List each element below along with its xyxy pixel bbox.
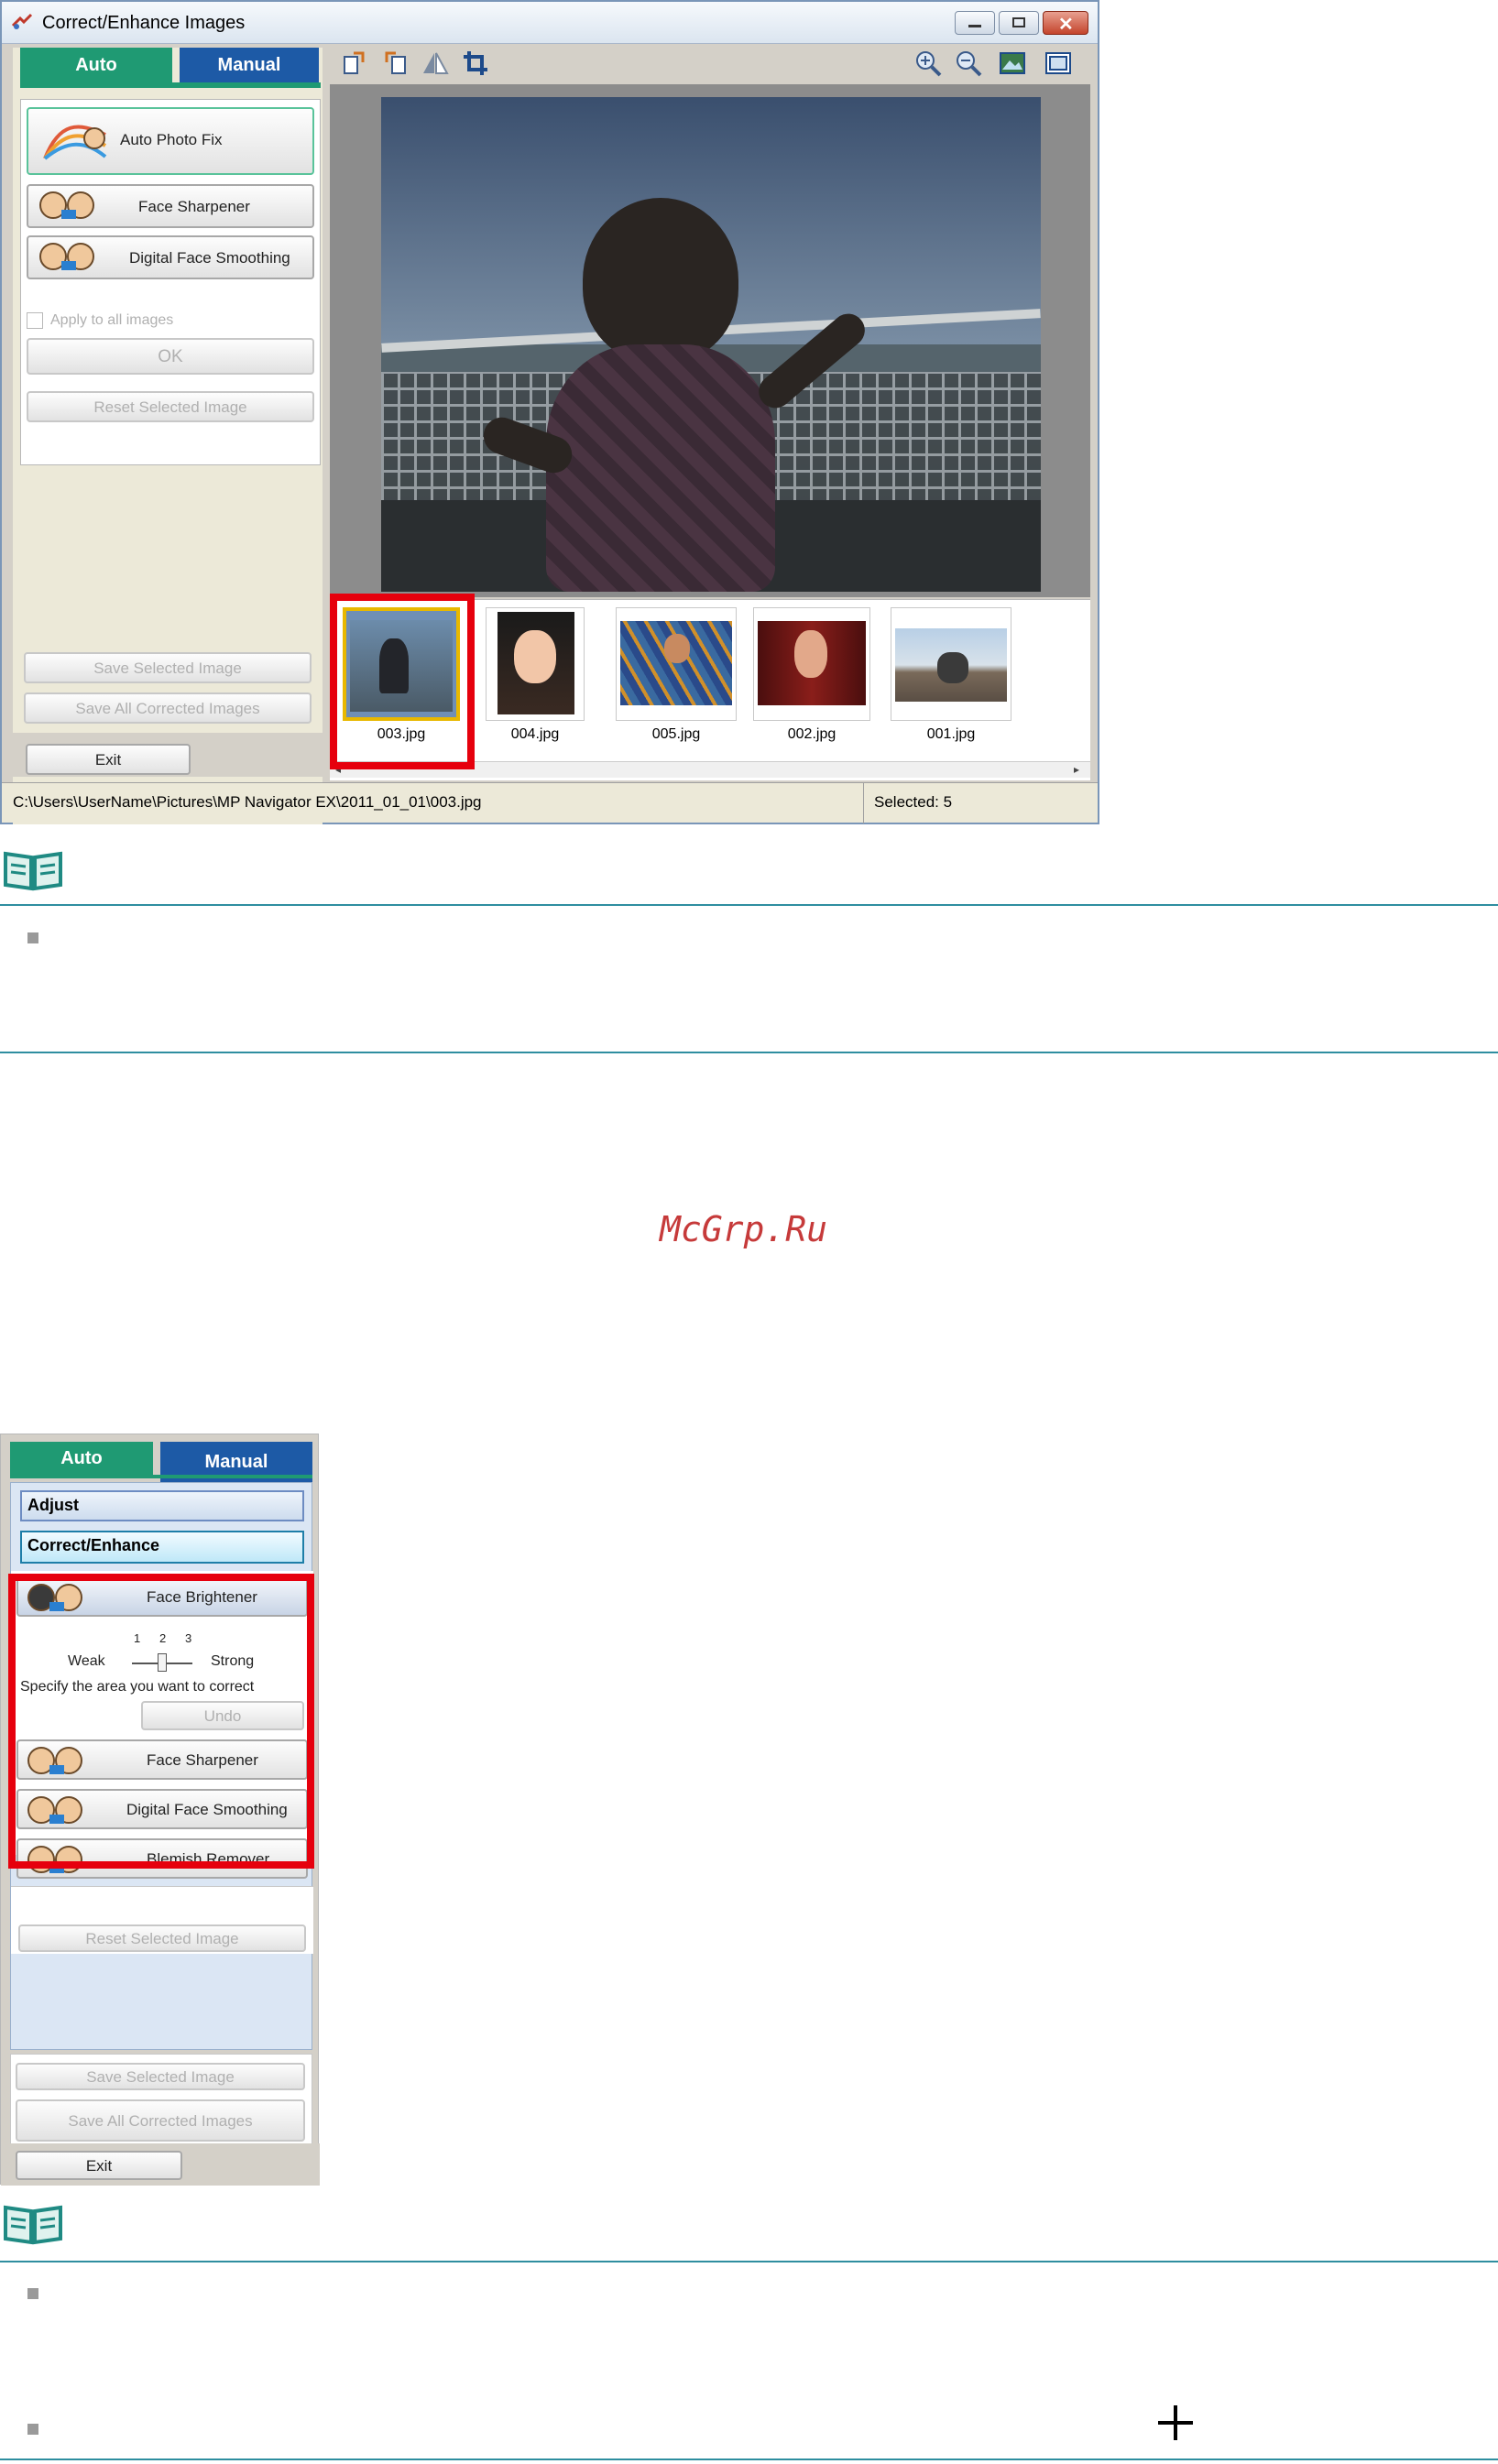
note-book-icon bbox=[4, 2205, 62, 2245]
apply-all-label: Apply to all images bbox=[50, 312, 174, 328]
highlight-box bbox=[8, 1574, 314, 1869]
save-all-button[interactable]: Save All Corrected Images bbox=[24, 692, 312, 724]
close-icon: ✕ bbox=[1058, 15, 1074, 35]
thumbnail-001-label: 001.jpg bbox=[926, 726, 976, 742]
tab-auto[interactable]: Auto bbox=[20, 48, 172, 82]
auto-tools-panel: Auto Photo Fix Face Sharpener Digital Fa… bbox=[20, 99, 321, 465]
manual-panel-window: Auto Manual Adjust Correct/Enhance Face … bbox=[0, 1434, 320, 2186]
minimize-button[interactable] bbox=[955, 11, 995, 35]
face-sharpener-button[interactable]: Face Sharpener bbox=[27, 184, 314, 228]
note-bullet bbox=[27, 2288, 38, 2299]
digital-face-smoothing-button[interactable]: Digital Face Smoothing bbox=[27, 235, 314, 279]
tab-auto[interactable]: Auto bbox=[10, 1442, 153, 1475]
apply-all-checkbox[interactable] bbox=[27, 312, 43, 329]
rotate-right-icon[interactable] bbox=[381, 49, 409, 77]
zoom-in-icon[interactable] bbox=[914, 49, 942, 77]
note-divider bbox=[0, 1052, 1498, 1053]
highlight-box bbox=[330, 594, 475, 769]
thumbnail-005-label: 005.jpg bbox=[651, 726, 701, 742]
watermark: McGrp.Ru bbox=[660, 1209, 828, 1249]
correct-enhance-window: Correct/Enhance Images ✕ Auto Manual Aut… bbox=[0, 0, 1099, 824]
status-bar: C:\Users\UserName\Pictures\MP Navigator … bbox=[2, 782, 1098, 823]
tab-manual[interactable]: Manual bbox=[180, 48, 319, 82]
auto-photo-fix-icon bbox=[43, 125, 107, 160]
thumbnail-004-label: 004.jpg bbox=[510, 726, 560, 742]
preview-area bbox=[330, 84, 1090, 597]
note-bullet bbox=[27, 932, 38, 943]
rotate-left-icon[interactable] bbox=[341, 49, 368, 77]
save-selected-button[interactable]: Save Selected Image bbox=[16, 2063, 305, 2090]
ok-button[interactable]: OK bbox=[27, 338, 314, 375]
save-all-button[interactable]: Save All Corrected Images bbox=[16, 2099, 305, 2142]
app-icon bbox=[11, 13, 33, 29]
thumbnail-002[interactable] bbox=[753, 607, 870, 721]
status-selected: Selected: 5 bbox=[874, 793, 953, 811]
correct-enhance-button[interactable]: Correct/Enhance bbox=[20, 1531, 304, 1564]
thumbnail-002-label: 002.jpg bbox=[787, 726, 836, 742]
close-button[interactable]: ✕ bbox=[1043, 11, 1088, 35]
full-image-icon[interactable] bbox=[999, 49, 1026, 77]
save-selected-button[interactable]: Save Selected Image bbox=[24, 652, 312, 683]
compare-icon[interactable] bbox=[1044, 49, 1072, 77]
flip-icon[interactable] bbox=[421, 49, 449, 77]
reset-selected-button[interactable]: Reset Selected Image bbox=[18, 1924, 306, 1952]
face-sharpener-icon bbox=[39, 190, 96, 223]
digital-face-smoothing-label: Digital Face Smoothing bbox=[129, 249, 290, 267]
note-divider bbox=[0, 2459, 1498, 2460]
left-panel: Auto Manual Auto Photo Fix Face Sharpene… bbox=[13, 48, 323, 824]
adjust-button[interactable]: Adjust bbox=[20, 1490, 304, 1521]
zoom-out-icon[interactable] bbox=[955, 49, 982, 77]
thumbnail-001[interactable] bbox=[891, 607, 1011, 721]
digital-face-smoothing-icon bbox=[39, 241, 96, 274]
auto-photo-fix-button[interactable]: Auto Photo Fix bbox=[27, 107, 314, 175]
exit-button[interactable]: Exit bbox=[26, 744, 191, 775]
note-divider bbox=[0, 904, 1498, 906]
thumbnail-005[interactable] bbox=[616, 607, 737, 721]
note-bullet bbox=[27, 2424, 38, 2435]
thumbnail-004[interactable] bbox=[486, 607, 585, 721]
note-book-icon bbox=[4, 851, 62, 891]
maximize-button[interactable] bbox=[999, 11, 1039, 35]
auto-photo-fix-label: Auto Photo Fix bbox=[120, 131, 223, 148]
reset-selected-button[interactable]: Reset Selected Image bbox=[27, 391, 314, 422]
status-path: C:\Users\UserName\Pictures\MP Navigator … bbox=[13, 793, 482, 811]
window-title: Correct/Enhance Images bbox=[42, 13, 246, 33]
face-sharpener-label: Face Sharpener bbox=[138, 198, 250, 215]
crop-icon[interactable] bbox=[462, 49, 489, 77]
exit-button[interactable]: Exit bbox=[16, 2151, 182, 2180]
plus-icon bbox=[1158, 2405, 1193, 2440]
note-divider bbox=[0, 2261, 1498, 2262]
title-bar: Correct/Enhance Images ✕ bbox=[2, 2, 1098, 44]
preview-image[interactable] bbox=[381, 97, 1041, 592]
scroll-right-icon[interactable]: ▸ bbox=[1074, 763, 1079, 776]
